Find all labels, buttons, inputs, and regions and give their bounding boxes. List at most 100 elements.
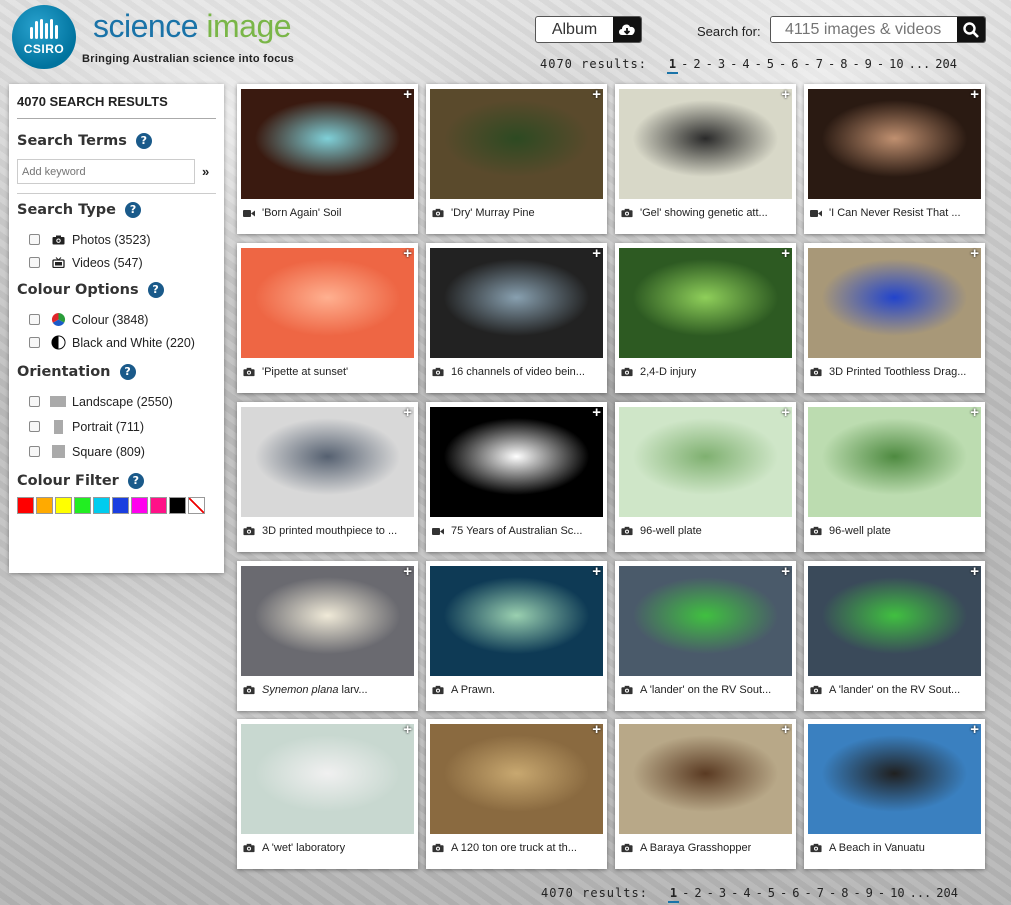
checkbox[interactable] xyxy=(29,446,40,457)
page-link[interactable]: 5 xyxy=(766,886,777,900)
page-link[interactable]: 9 xyxy=(863,57,874,71)
add-to-album-icon[interactable]: + xyxy=(592,722,601,737)
filter-option[interactable]: Landscape (2550) xyxy=(29,390,216,413)
result-card[interactable]: + A Prawn. xyxy=(426,561,607,711)
result-thumbnail[interactable] xyxy=(808,407,981,517)
help-icon[interactable]: ? xyxy=(135,133,152,149)
add-to-album-icon[interactable]: + xyxy=(781,246,790,261)
result-card[interactable]: +96-well plate xyxy=(615,402,796,552)
add-to-album-icon[interactable]: + xyxy=(403,246,412,261)
add-to-album-icon[interactable]: + xyxy=(403,405,412,420)
result-title[interactable]: A 'wet' laboratory xyxy=(262,842,345,854)
site-title[interactable]: science image xyxy=(93,8,292,45)
result-thumbnail[interactable] xyxy=(430,89,603,199)
add-to-album-icon[interactable]: + xyxy=(970,87,979,102)
filter-option[interactable]: Colour (3848) xyxy=(29,308,216,331)
filter-option[interactable]: Photos (3523) xyxy=(29,228,216,251)
help-icon[interactable]: ? xyxy=(125,202,142,218)
page-link[interactable]: 6 xyxy=(789,57,800,71)
colour-swatch[interactable] xyxy=(93,497,110,514)
result-title[interactable]: 96-well plate xyxy=(640,525,702,537)
add-to-album-icon[interactable]: + xyxy=(403,564,412,579)
add-to-album-icon[interactable]: + xyxy=(781,564,790,579)
result-thumbnail[interactable] xyxy=(241,248,414,358)
add-to-album-icon[interactable]: + xyxy=(781,722,790,737)
page-link[interactable]: 3 xyxy=(717,886,728,900)
add-to-album-icon[interactable]: + xyxy=(781,405,790,420)
page-link[interactable]: 7 xyxy=(815,886,826,900)
csiro-logo[interactable]: CSIRO xyxy=(12,5,76,69)
add-to-album-icon[interactable]: + xyxy=(403,87,412,102)
result-card[interactable]: + A 'lander' on the RV Sout... xyxy=(615,561,796,711)
result-title[interactable]: Synemon plana larv... xyxy=(262,684,368,696)
page-link-last[interactable]: 204 xyxy=(934,886,960,900)
page-link[interactable]: 5 xyxy=(765,57,776,71)
colour-swatch[interactable] xyxy=(150,497,167,514)
filter-option[interactable]: Videos (547) xyxy=(29,251,216,274)
album-button[interactable]: Album xyxy=(535,16,642,43)
result-thumbnail[interactable] xyxy=(241,407,414,517)
result-title[interactable]: A 'lander' on the RV Sout... xyxy=(829,684,960,696)
page-link[interactable]: 8 xyxy=(839,886,850,900)
add-to-album-icon[interactable]: + xyxy=(970,564,979,579)
result-title[interactable]: 16 channels of video bein... xyxy=(451,366,585,378)
colour-swatch[interactable] xyxy=(169,497,186,514)
filter-option[interactable]: Square (809) xyxy=(29,440,216,463)
colour-swatch[interactable] xyxy=(17,497,34,514)
result-card[interactable]: + A Baraya Grasshopper xyxy=(615,719,796,869)
add-to-album-icon[interactable]: + xyxy=(970,246,979,261)
result-title[interactable]: 96-well plate xyxy=(829,525,891,537)
checkbox[interactable] xyxy=(29,396,40,407)
result-thumbnail[interactable] xyxy=(619,89,792,199)
add-keyword-button[interactable]: » xyxy=(202,164,209,179)
result-title[interactable]: 'I Can Never Resist That ... xyxy=(829,207,961,219)
page-link[interactable]: 6 xyxy=(790,886,801,900)
result-card[interactable]: + A 120 ton ore truck at th... xyxy=(426,719,607,869)
checkbox[interactable] xyxy=(29,234,40,245)
result-card[interactable]: +75 Years of Australian Sc... xyxy=(426,402,607,552)
result-thumbnail[interactable] xyxy=(808,724,981,834)
help-icon[interactable]: ? xyxy=(127,473,144,489)
colour-swatch[interactable] xyxy=(131,497,148,514)
add-to-album-icon[interactable]: + xyxy=(403,722,412,737)
page-link[interactable]: 2 xyxy=(692,886,703,900)
page-link[interactable]: 1 xyxy=(667,886,680,903)
result-thumbnail[interactable] xyxy=(241,566,414,676)
help-icon[interactable]: ? xyxy=(119,364,136,380)
keyword-input[interactable] xyxy=(17,159,195,184)
result-title[interactable]: 3D printed mouthpiece to ... xyxy=(262,525,397,537)
result-thumbnail[interactable] xyxy=(619,407,792,517)
result-thumbnail[interactable] xyxy=(430,407,603,517)
result-title[interactable]: A Beach in Vanuatu xyxy=(829,842,925,854)
add-to-album-icon[interactable]: + xyxy=(970,405,979,420)
result-card[interactable]: + 'Gel' showing genetic att... xyxy=(615,84,796,234)
result-title[interactable]: 'Dry' Murray Pine xyxy=(451,207,535,219)
result-card[interactable]: + 'Dry' Murray Pine xyxy=(426,84,607,234)
colour-swatch[interactable] xyxy=(74,497,91,514)
add-to-album-icon[interactable]: + xyxy=(781,87,790,102)
add-to-album-icon[interactable]: + xyxy=(592,246,601,261)
page-link[interactable]: 2 xyxy=(691,57,702,71)
page-link[interactable]: 7 xyxy=(814,57,825,71)
page-link[interactable]: 10 xyxy=(888,886,906,900)
page-link-last[interactable]: 204 xyxy=(933,57,959,71)
result-card[interactable]: + 'Pipette at sunset' xyxy=(237,243,418,393)
checkbox[interactable] xyxy=(29,421,40,432)
result-title[interactable]: 'Pipette at sunset' xyxy=(262,366,348,378)
result-title[interactable]: 75 Years of Australian Sc... xyxy=(451,525,582,537)
add-to-album-icon[interactable]: + xyxy=(592,564,601,579)
result-thumbnail[interactable] xyxy=(808,248,981,358)
result-thumbnail[interactable] xyxy=(808,89,981,199)
search-button[interactable] xyxy=(957,17,985,42)
colour-swatch[interactable] xyxy=(55,497,72,514)
result-card[interactable]: + A 'lander' on the RV Sout... xyxy=(804,561,985,711)
result-thumbnail[interactable] xyxy=(241,89,414,199)
result-title[interactable]: A Baraya Grasshopper xyxy=(640,842,751,854)
page-link[interactable]: 1 xyxy=(666,57,679,74)
page-link[interactable]: 9 xyxy=(864,886,875,900)
result-title[interactable]: 'Born Again' Soil xyxy=(262,207,341,219)
checkbox[interactable] xyxy=(29,257,40,268)
result-thumbnail[interactable] xyxy=(619,724,792,834)
result-title[interactable]: A 'lander' on the RV Sout... xyxy=(640,684,771,696)
result-title[interactable]: A Prawn. xyxy=(451,684,495,696)
